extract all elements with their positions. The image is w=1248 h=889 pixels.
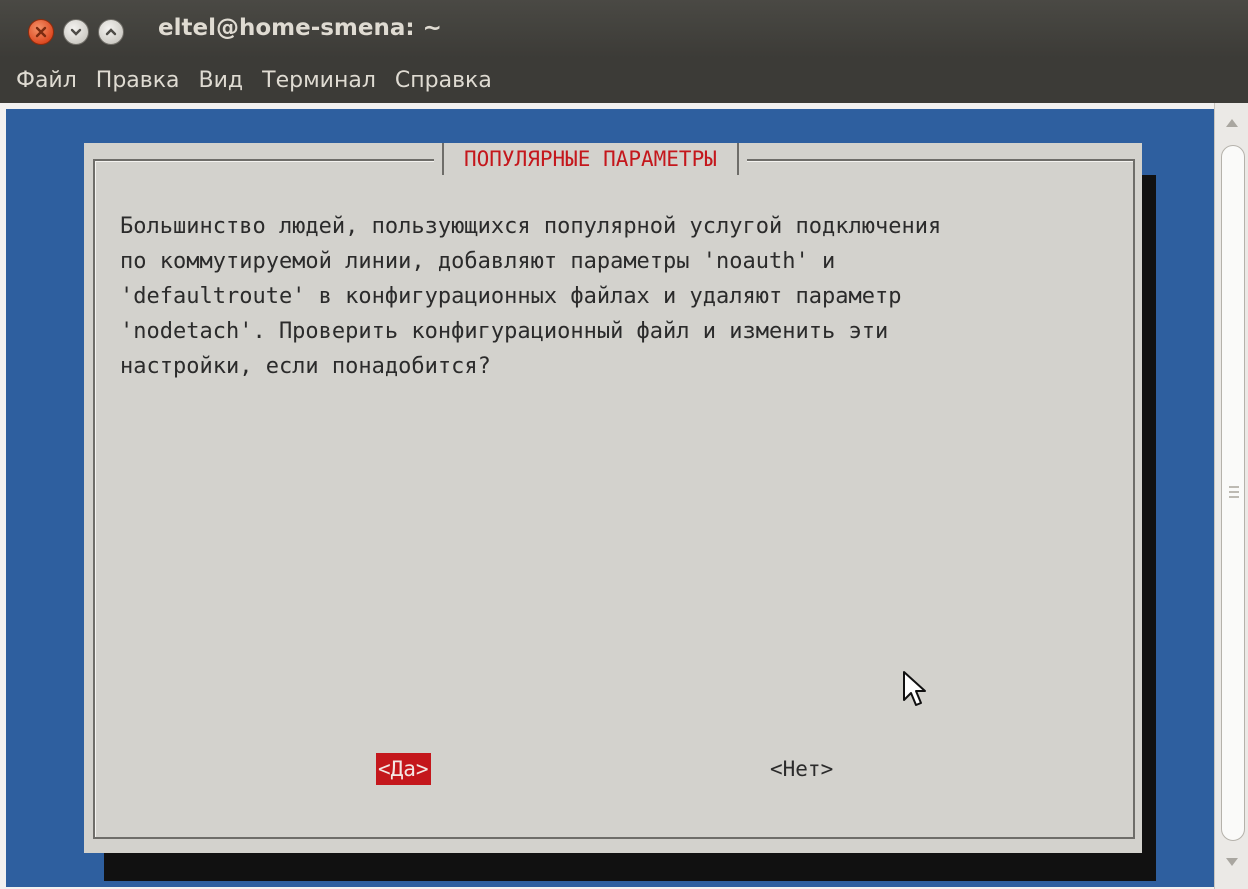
title-bracket-right bbox=[736, 143, 739, 175]
scroll-down-icon[interactable] bbox=[1226, 858, 1238, 866]
dialog-text-line: 'defaultroute' в конфигурационных файлах… bbox=[120, 284, 902, 309]
dialog-title: ПОПУЛЯРНЫЕ ПАРАМЕТРЫ bbox=[464, 147, 717, 171]
terminal-screen[interactable]: ПОПУЛЯРНЫЕ ПАРАМЕТРЫ Большинство людей, … bbox=[6, 109, 1214, 887]
dialog-text-line: настройки, если понадобится? bbox=[120, 354, 491, 379]
dialog-title-wrap: ПОПУЛЯРНЫЕ ПАРАМЕТРЫ bbox=[434, 143, 747, 175]
mouse-pointer-icon bbox=[902, 670, 928, 714]
grip-icon bbox=[1229, 486, 1239, 498]
menu-edit[interactable]: Правка bbox=[96, 68, 180, 93]
title-bracket-left bbox=[442, 143, 444, 175]
maximize-icon[interactable] bbox=[98, 19, 124, 45]
window-title: eltel@home-smena: ~ bbox=[158, 15, 442, 41]
menubar: Файл Правка Вид Терминал Справка bbox=[0, 58, 1248, 103]
terminal-frame: ПОПУЛЯРНЫЕ ПАРАМЕТРЫ Большинство людей, … bbox=[0, 103, 1248, 889]
window-titlebar[interactable]: eltel@home-smena: ~ bbox=[0, 0, 1248, 58]
dialog-text-line: по коммутируемой линии, добавляют параме… bbox=[120, 249, 836, 274]
menu-file[interactable]: Файл bbox=[16, 68, 77, 93]
scroll-up-icon[interactable] bbox=[1226, 119, 1238, 127]
menu-help[interactable]: Справка bbox=[395, 68, 492, 93]
menu-view[interactable]: Вид bbox=[199, 68, 244, 93]
no-button[interactable]: <Нет> bbox=[768, 753, 835, 785]
dialog-text-line: 'nodetach'. Проверить конфигурационный ф… bbox=[120, 319, 889, 344]
menu-terminal[interactable]: Терминал bbox=[262, 68, 376, 93]
scrollbar-thumb[interactable] bbox=[1221, 145, 1245, 841]
vertical-scrollbar[interactable] bbox=[1214, 103, 1248, 889]
minimize-icon[interactable] bbox=[63, 19, 89, 45]
dialog: ПОПУЛЯРНЫЕ ПАРАМЕТРЫ Большинство людей, … bbox=[84, 143, 1142, 853]
yes-button[interactable]: <Да> bbox=[376, 753, 431, 785]
dialog-message: Большинство людей, пользующихся популярн… bbox=[120, 209, 1080, 384]
dialog-text-line: Большинство людей, пользующихся популярн… bbox=[120, 214, 942, 239]
close-icon[interactable] bbox=[28, 19, 54, 45]
